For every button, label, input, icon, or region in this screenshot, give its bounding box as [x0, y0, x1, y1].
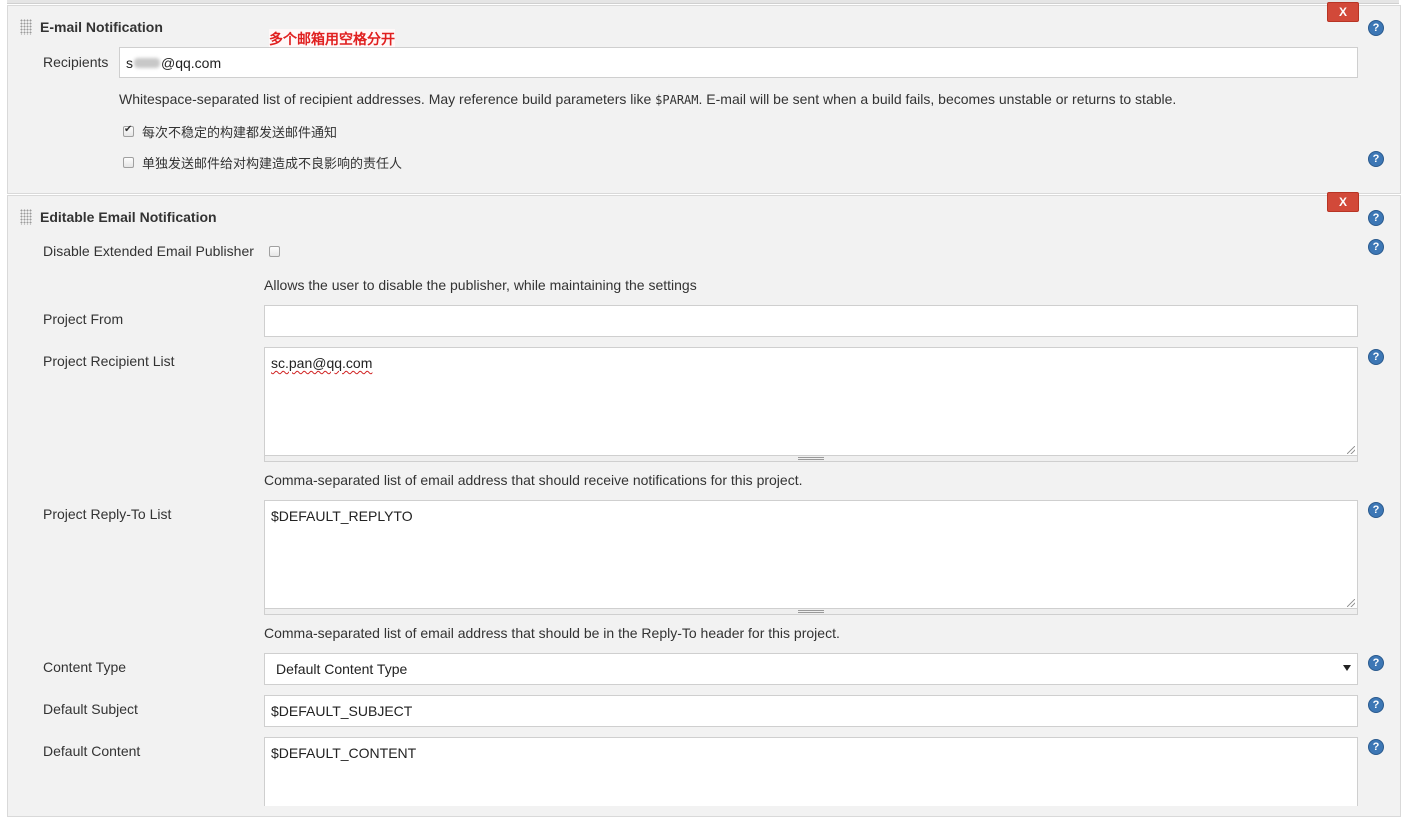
reply-to-help-text: Comma-separated list of email address th…	[264, 625, 840, 641]
help-icon[interactable]: ?	[1368, 655, 1384, 671]
drag-handle-icon[interactable]	[20, 209, 32, 225]
top-divider	[7, 0, 1399, 4]
disable-publisher-label: Disable Extended Email Publisher	[43, 243, 254, 259]
project-from-input[interactable]	[264, 305, 1358, 337]
redacted-text	[134, 57, 160, 68]
resize-corner-icon[interactable]	[1347, 446, 1355, 454]
recipients-help-text: Whitespace-separated list of recipient a…	[119, 91, 1176, 107]
send-unstable-checkbox[interactable]	[123, 124, 134, 137]
default-subject-input[interactable]: $DEFAULT_SUBJECT	[264, 695, 1358, 727]
help-icon[interactable]: ?	[1368, 210, 1384, 226]
resize-corner-icon[interactable]	[1347, 599, 1355, 607]
recipients-help-text-start: Whitespace-separated list of recipient a…	[119, 91, 656, 107]
recipients-label: Recipients	[43, 54, 109, 70]
default-content-label: Default Content	[43, 743, 141, 759]
delete-editable-email-button[interactable]: X	[1327, 192, 1359, 212]
send-culprits-label: 单独发送邮件给对构建造成不良影响的责任人	[142, 156, 403, 171]
recipients-help-text-end: . E-mail will be sent when a build fails…	[698, 91, 1177, 107]
param-code: $PARAM	[655, 93, 699, 107]
reply-to-resize-handle[interactable]	[264, 609, 1358, 615]
help-icon[interactable]: ?	[1368, 239, 1384, 255]
recipient-list-textarea[interactable]: sc.pan@qq.com	[264, 347, 1358, 456]
reply-to-value: $DEFAULT_REPLYTO	[271, 508, 413, 524]
annotation-text: 多个邮箱用空格分开	[269, 29, 395, 49]
help-icon[interactable]: ?	[1368, 151, 1384, 167]
help-icon[interactable]: ?	[1368, 739, 1384, 755]
delete-email-notification-button[interactable]: X	[1327, 2, 1359, 22]
recipients-suffix: @qq.com	[161, 54, 222, 71]
reply-to-textarea[interactable]: $DEFAULT_REPLYTO	[264, 500, 1358, 609]
send-culprits-checkbox[interactable]	[123, 157, 134, 168]
recipients-input[interactable]: s @qq.com	[119, 47, 1358, 78]
reply-to-label: Project Reply-To List	[43, 506, 172, 522]
send-unstable-label: 每次不稳定的构建都发送邮件通知	[142, 125, 338, 140]
drag-handle-icon[interactable]	[20, 19, 32, 35]
section-title-email-notification: E-mail Notification	[40, 19, 163, 35]
default-content-value: $DEFAULT_CONTENT	[271, 745, 417, 761]
recipient-list-label: Project Recipient List	[43, 353, 175, 369]
chevron-down-icon	[1343, 665, 1351, 671]
recipient-list-resize-handle[interactable]	[264, 456, 1358, 462]
disable-publisher-help-text: Allows the user to disable the publisher…	[264, 277, 697, 293]
help-icon[interactable]: ?	[1368, 502, 1384, 518]
help-icon[interactable]: ?	[1368, 349, 1384, 365]
recipient-list-value: sc.pan@qq.com	[271, 355, 373, 371]
section-title-editable-email: Editable Email Notification	[40, 209, 217, 225]
default-content-textarea[interactable]: $DEFAULT_CONTENT	[264, 737, 1358, 806]
help-icon[interactable]: ?	[1368, 20, 1384, 36]
content-type-value: Default Content Type	[276, 661, 408, 677]
content-type-select[interactable]: Default Content Type	[264, 653, 1358, 685]
content-type-label: Content Type	[43, 659, 127, 675]
help-icon[interactable]: ?	[1368, 697, 1384, 713]
recipient-list-help-text: Comma-separated list of email address th…	[264, 472, 803, 488]
recipients-prefix: s	[126, 54, 133, 71]
disable-publisher-checkbox[interactable]	[269, 246, 280, 257]
project-from-label: Project From	[43, 311, 124, 327]
default-subject-label: Default Subject	[43, 701, 138, 717]
